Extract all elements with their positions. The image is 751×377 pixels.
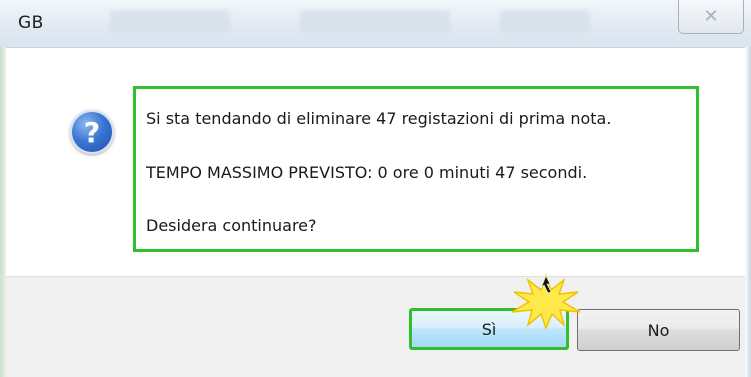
window-frame-right (745, 47, 751, 377)
close-icon: ✕ (703, 6, 719, 27)
title-bar[interactable]: GB ✕ (0, 0, 751, 48)
message-line-confirm: Desidera continuare? (146, 216, 317, 235)
no-button[interactable]: No (577, 309, 740, 351)
window-title: GB (18, 13, 44, 33)
blurred-background (500, 10, 590, 32)
no-button-label: No (647, 320, 670, 340)
blurred-background (110, 10, 230, 32)
click-burst-icon (511, 273, 581, 330)
confirm-dialog: GB ✕ ? Si sta tendando di eliminare 47 r… (0, 0, 751, 377)
question-mark-glyph: ? (83, 115, 101, 149)
yes-button-label: Sì (481, 319, 497, 339)
question-icon: ? (70, 110, 114, 154)
blurred-background (300, 10, 450, 32)
message-line-time: TEMPO MASSIMO PREVISTO: 0 ore 0 minuti 4… (146, 163, 588, 182)
message-line-delete: Si sta tendando di eliminare 47 registaz… (146, 109, 612, 128)
close-button[interactable]: ✕ (678, 0, 744, 34)
